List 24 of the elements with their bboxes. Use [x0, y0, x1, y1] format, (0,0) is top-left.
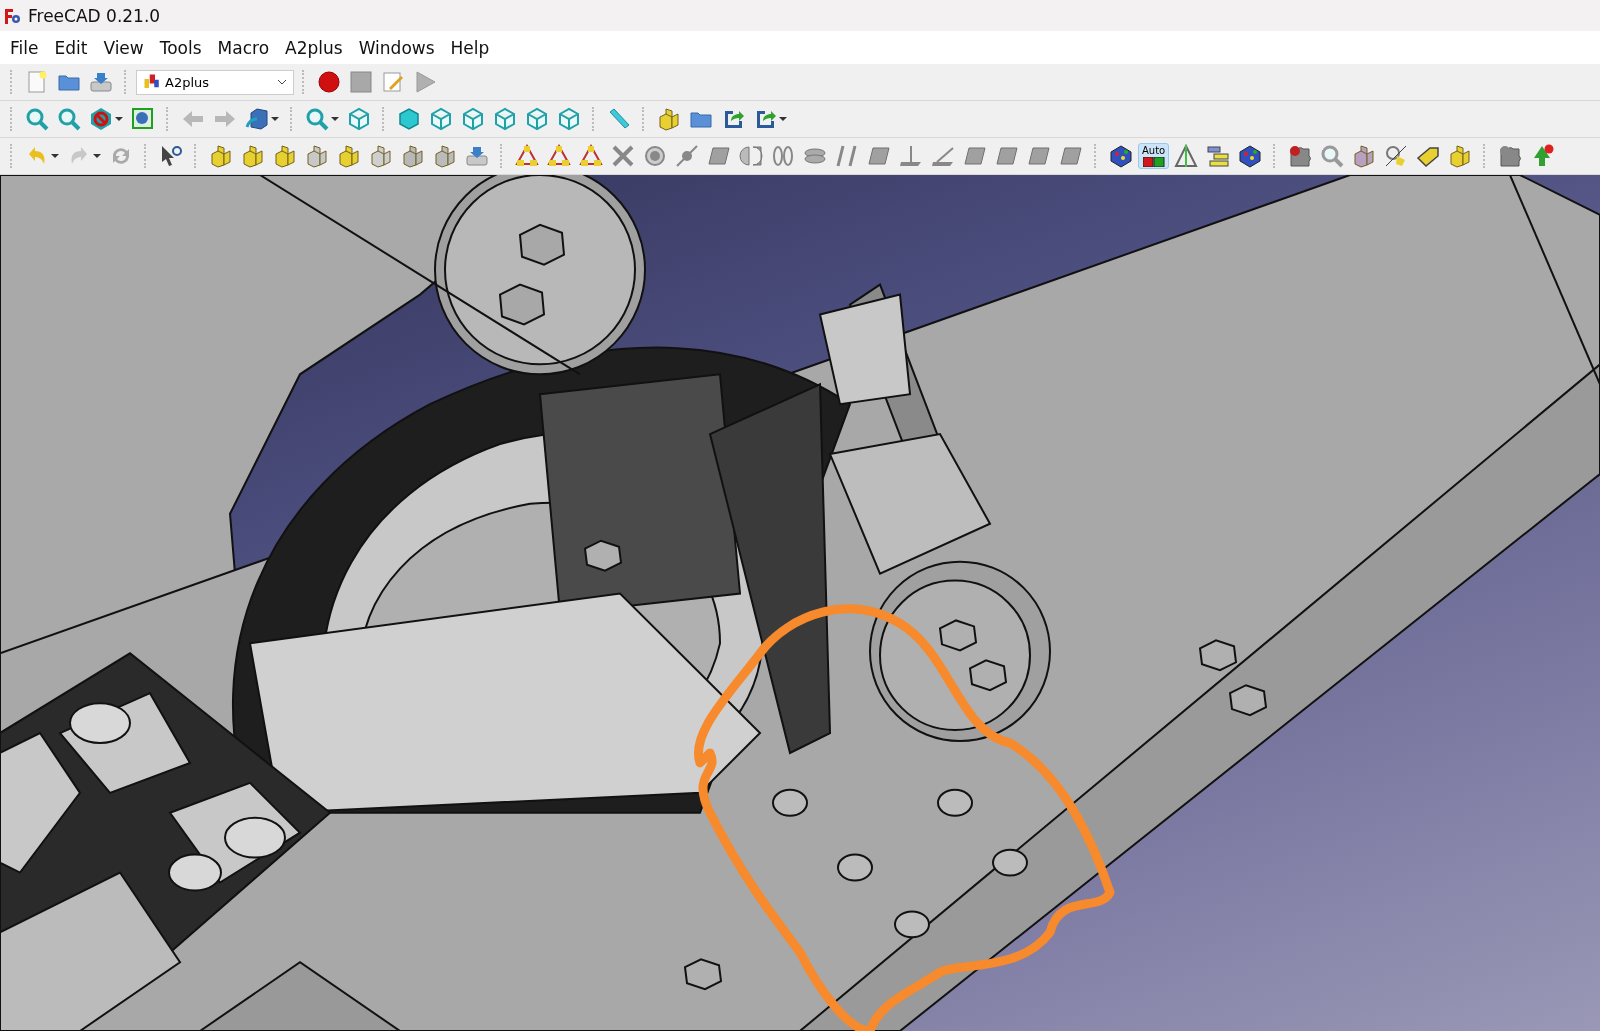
isometric-cube-icon [245, 107, 269, 131]
menu-item[interactable]: A2plus [277, 35, 351, 60]
magnifier-icon [305, 107, 329, 131]
menu-item[interactable]: Tools [151, 35, 210, 60]
menu-item[interactable]: Help [442, 35, 498, 60]
caret-icon [115, 117, 123, 121]
caret-icon [779, 117, 787, 121]
menu-item[interactable]: Windows [350, 35, 443, 60]
caret-icon [51, 154, 59, 158]
caret-icon [331, 117, 339, 121]
squares-icon [1142, 157, 1165, 167]
menu-item[interactable]: Macro [209, 35, 278, 60]
no-entry-icon [89, 107, 113, 131]
chevron-down-icon [277, 79, 287, 85]
menu-item[interactable]: File [2, 35, 47, 60]
menu-item[interactable]: View [95, 35, 152, 60]
menu-item[interactable]: Edit [46, 35, 96, 60]
workbench-dropdown[interactable]: A2plus [136, 69, 294, 95]
caret-icon [271, 117, 279, 121]
workbench-icon [143, 73, 161, 91]
window-title: FreeCAD 0.21.0 [28, 5, 161, 26]
app-logo-icon [4, 6, 22, 25]
caret-icon [93, 154, 101, 158]
auto-toggle-button[interactable]: Auto [1138, 143, 1170, 169]
